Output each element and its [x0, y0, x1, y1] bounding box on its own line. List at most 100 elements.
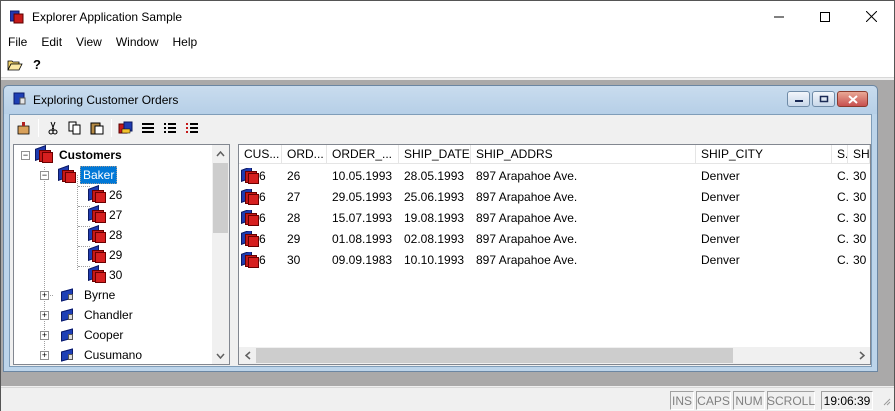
tree-expander-cusumano[interactable]: + — [40, 351, 49, 360]
column-header[interactable]: SH — [848, 145, 870, 164]
scroll-left-arrow-icon[interactable] — [239, 347, 256, 364]
table-cell: C... — [837, 231, 848, 246]
table-row[interactable]: 6 27 29.05.1993 25.06.1993 897 Arapahoe Ave.… — [239, 186, 870, 207]
column-header[interactable]: SHIP_DATE — [399, 145, 471, 164]
table-cell: 897 Arapahoe Ave. — [476, 189, 578, 204]
tree-expander-root[interactable]: − — [21, 151, 30, 160]
table-row[interactable]: 6 26 10.05.1993 28.05.1993 897 Arapahoe Ave.… — [239, 165, 870, 186]
child-restore-button[interactable] — [812, 91, 835, 107]
numbered-list-button[interactable] — [181, 117, 203, 139]
resize-grip-icon[interactable] — [881, 395, 891, 409]
tree-item-order[interactable]: 26 — [88, 184, 124, 205]
table-cell: 29 — [287, 231, 301, 246]
table-cell: 19.08.1993 — [404, 210, 465, 225]
table-row[interactable]: 6 30 09.09.1983 10.10.1993 897 Arapahoe Ave.… — [239, 249, 870, 270]
minimize-button[interactable] — [756, 1, 802, 32]
column-header[interactable]: ORDER_... — [327, 145, 399, 164]
table-cell: 6 — [239, 188, 282, 205]
scroll-up-arrow-icon[interactable] — [212, 145, 229, 162]
tree-item-order[interactable]: 28 — [88, 224, 124, 245]
paste-button[interactable] — [86, 117, 108, 139]
toolbar-separator — [38, 119, 39, 137]
list-horizontal-scrollbar[interactable] — [239, 347, 870, 364]
tree-vertical-scrollbar[interactable] — [212, 145, 229, 364]
table-cell: 30 — [853, 210, 867, 225]
status-bar: INS CAPS NUM SCROLL 19:06:39 — [1, 387, 894, 411]
cut-button[interactable] — [42, 117, 64, 139]
table-cell: 30 — [287, 252, 301, 267]
table-cell: Denver — [701, 189, 740, 204]
cell-text: 6 — [259, 168, 266, 183]
child-title-bar[interactable]: Exploring Customer Orders — [4, 86, 877, 114]
tree-item-label: 26 — [109, 188, 123, 202]
order-book-icon — [241, 251, 259, 268]
table-cell: 897 Arapahoe Ave. — [476, 252, 578, 267]
list-view-button[interactable] — [159, 117, 181, 139]
table-row[interactable]: 6 28 15.07.1993 19.08.1993 897 Arapahoe Ave.… — [239, 207, 870, 228]
status-ins: INS — [670, 391, 694, 410]
title-bar[interactable]: Explorer Application Sample — [1, 1, 894, 32]
tree-line — [77, 175, 78, 270]
table-cell: 02.08.1993 — [404, 231, 465, 246]
tree-item-cusumano[interactable]: Cusumano — [60, 345, 144, 364]
tree-item-chandler[interactable]: Chandler — [60, 305, 135, 325]
tree-item-label: Byrne — [84, 288, 116, 302]
child-book-icon — [13, 92, 27, 109]
menu-view[interactable]: View — [69, 35, 109, 49]
customer-tree[interactable]: − Customers − Baker 26 27 28 29 30 + Byr… — [13, 144, 230, 365]
column-header[interactable]: SHIP_ADDRS — [471, 145, 696, 164]
toolbar-separator — [111, 119, 112, 137]
child-close-button[interactable] — [837, 91, 868, 107]
tree-item-label: 30 — [109, 268, 123, 282]
menu-edit[interactable]: Edit — [34, 35, 69, 49]
table-cell: 09.09.1983 — [332, 252, 393, 267]
tree-scroll-thumb[interactable] — [213, 163, 228, 233]
open-folder-button[interactable] — [4, 54, 26, 76]
tree-item-order[interactable]: 27 — [88, 204, 124, 225]
close-button[interactable] — [848, 1, 894, 32]
column-header[interactable]: ORD... — [282, 145, 327, 164]
tree-expander-cooper[interactable]: + — [40, 331, 49, 340]
customers-book-icon — [35, 145, 53, 163]
details-view-button[interactable] — [137, 117, 159, 139]
table-cell: 30 — [853, 231, 867, 246]
tree-expander-baker[interactable]: − — [40, 171, 49, 180]
scroll-right-arrow-icon[interactable] — [853, 347, 870, 364]
customer-book-button[interactable] — [115, 117, 137, 139]
column-header[interactable]: S... — [832, 145, 848, 164]
orders-list[interactable]: CUS... ORD... ORDER_... SHIP_DATE SHIP_A… — [238, 144, 871, 365]
table-cell: Denver — [701, 252, 740, 267]
table-cell: 6 — [239, 209, 282, 226]
customer-book-icon — [60, 348, 76, 362]
column-header[interactable]: SHIP_CITY — [696, 145, 832, 164]
help-button[interactable]: ? — [26, 54, 48, 76]
child-window: Exploring Customer Orders − Customers − … — [3, 85, 878, 372]
menu-window[interactable]: Window — [109, 35, 166, 49]
tree-item-cooper[interactable]: Cooper — [60, 325, 125, 345]
table-cell: 15.07.1993 — [332, 210, 393, 225]
tree-item-customers[interactable]: Customers — [35, 145, 124, 165]
tree-expander-byrne[interactable]: + — [40, 291, 49, 300]
column-header[interactable]: CUS... — [239, 145, 282, 164]
tree-item-order[interactable]: 30 — [88, 264, 124, 285]
maximize-button[interactable] — [802, 1, 848, 32]
table-cell: C... — [837, 168, 848, 183]
order-book-icon — [88, 204, 106, 223]
menu-file[interactable]: File — [1, 35, 34, 49]
tree-expander-chandler[interactable]: + — [40, 311, 49, 320]
open-button[interactable] — [13, 117, 35, 139]
child-minimize-button[interactable] — [787, 91, 810, 107]
tree-item-byrne[interactable]: Byrne — [60, 285, 117, 305]
tree-item-baker[interactable]: Baker — [58, 164, 118, 185]
table-cell: Denver — [701, 168, 740, 183]
tree-item-order[interactable]: 29 — [88, 244, 124, 265]
table-cell: Denver — [701, 231, 740, 246]
menu-help[interactable]: Help — [166, 35, 205, 49]
table-row[interactable]: 6 29 01.08.1993 02.08.1993 897 Arapahoe Ave.… — [239, 228, 870, 249]
copy-button[interactable] — [64, 117, 86, 139]
list-scroll-thumb[interactable] — [256, 348, 733, 363]
scroll-down-arrow-icon[interactable] — [212, 347, 229, 364]
table-cell: 6 — [239, 230, 282, 247]
cut-icon — [48, 121, 58, 135]
main-window: Explorer Application Sample File Edit Vi… — [0, 0, 895, 411]
